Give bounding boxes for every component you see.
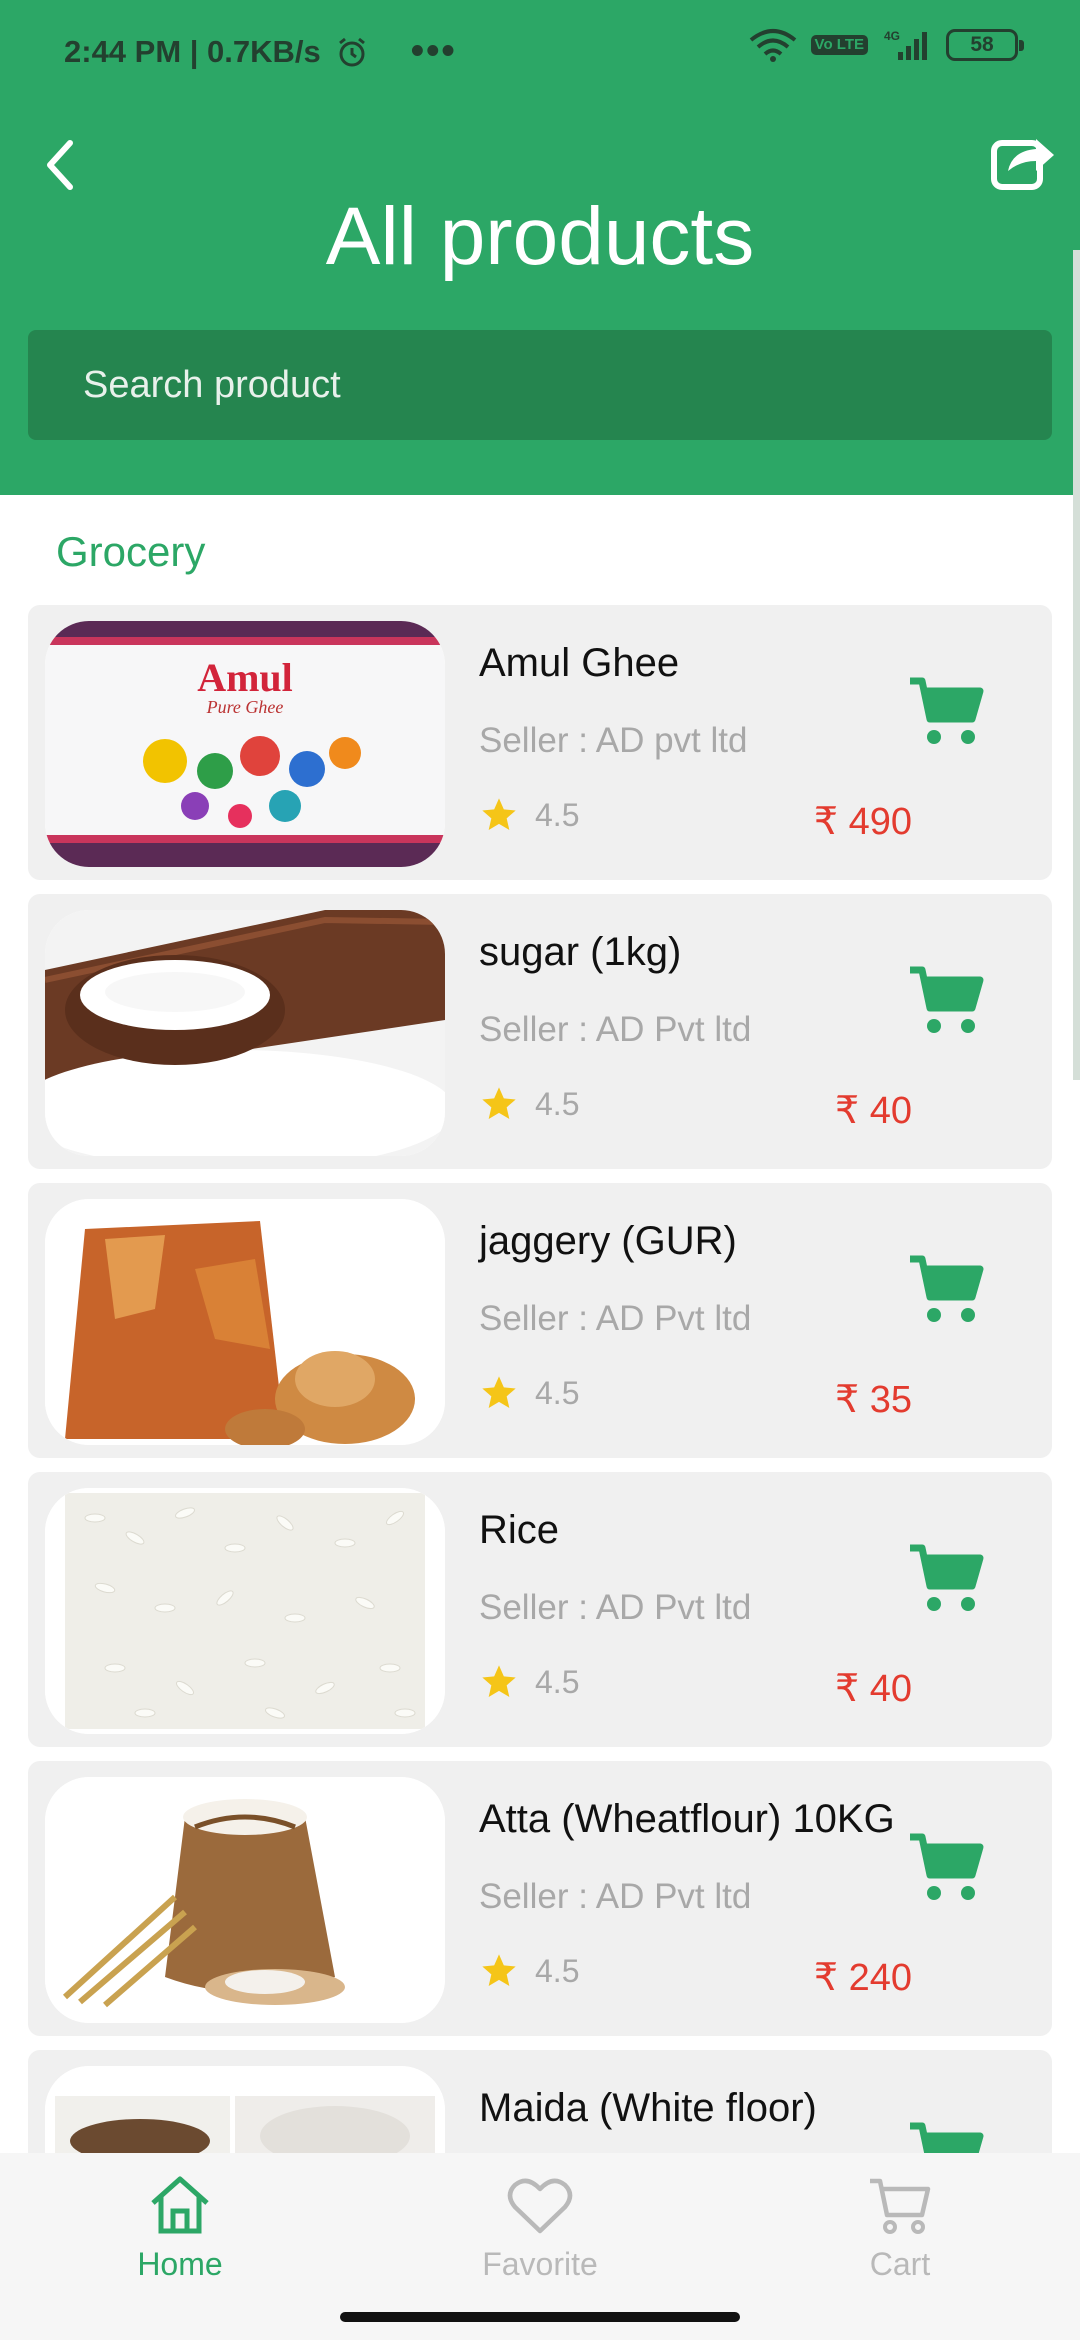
product-price: ₹ 35 [834,1379,912,1421]
nav-home[interactable]: Home [70,2175,290,2283]
product-card[interactable]: jaggery (GUR) Seller : AD Pvt ltd 4.5 ₹ … [28,1183,1052,1458]
nav-favorite[interactable]: Favorite [430,2175,650,2283]
product-rating: 4.5 [535,1664,580,1700]
nav-home-label: Home [137,2246,223,2282]
product-seller: Seller : AD pvt ltd [479,721,748,760]
more-notifications-icon: ••• [410,30,457,72]
product-price: ₹ 40 [834,1668,912,1710]
home-icon [151,2176,209,2234]
status-left: 2:44 PM | 0.7KB/s ••• [64,30,457,73]
wifi-icon [749,29,796,62]
share-icon [991,139,1054,190]
product-seller: Seller : AD Pvt ltd [479,1010,752,1049]
product-card[interactable]: Amul Pure Ghee Amul Ghee Seller : AD pvt… [28,605,1052,880]
star-icon [482,798,516,830]
product-card[interactable]: sugar (1kg) Seller : AD Pvt ltd 4.5 ₹ 40 [28,894,1052,1169]
add-to-cart-icon[interactable] [908,1542,986,1614]
product-name: Rice [479,1508,560,1552]
product-rating: 4.5 [535,1953,580,1989]
amul-sub-text: Pure Ghee [206,697,284,717]
product-name: sugar (1kg) [479,930,682,974]
volte-badge: Vo LTE [810,35,868,55]
product-image-sugar [45,910,445,1156]
product-image-rice [45,1488,445,1734]
product-seller: Seller : AD Pvt ltd [479,1877,752,1916]
status-right: Vo LTE 4G 58 [749,28,1024,62]
scrollbar[interactable] [1073,250,1080,1080]
cart-icon [870,2178,931,2234]
product-image-atta [45,1777,445,2023]
status-time: 2:44 PM | 0.7KB/s [64,33,321,69]
product-card[interactable]: Rice Seller : AD Pvt ltd 4.5 ₹ 40 [28,1472,1052,1747]
amul-brand-text: Amul [197,655,293,700]
product-image-jaggery [45,1199,445,1445]
page-title: All products [325,191,755,282]
product-image-amul-ghee: Amul Pure Ghee [45,621,445,867]
star-icon [482,1954,516,1986]
star-icon [482,1087,516,1119]
add-to-cart-icon[interactable] [908,1831,986,1903]
category-title: Grocery [56,528,206,575]
search-input[interactable] [83,363,983,407]
product-rating: 4.5 [535,797,580,833]
product-name: jaggery (GUR) [479,1219,737,1263]
add-to-cart-icon[interactable] [908,675,986,747]
add-to-cart-icon[interactable] [908,964,986,1036]
product-name: Maida (White floor) [479,2086,817,2130]
chevron-left-icon [47,140,73,190]
star-icon [482,1376,516,1408]
nav-favorite-label: Favorite [482,2246,598,2282]
product-seller: Seller : AD Pvt ltd [479,1588,752,1627]
status-bar: 2:44 PM | 0.7KB/s ••• Vo LTE 4G 58 [0,0,1080,100]
app-header: 2:44 PM | 0.7KB/s ••• Vo LTE 4G 58 All p… [0,0,1080,495]
product-price: ₹ 490 [813,801,912,843]
nav-cart[interactable]: Cart [790,2175,1010,2283]
product-rating: 4.5 [535,1375,580,1411]
battery-indicator: 58 [946,29,1024,61]
star-icon [482,1665,516,1697]
add-to-cart-icon[interactable] [908,1253,986,1325]
search-bar[interactable] [28,330,1052,440]
product-card[interactable]: Atta (Wheatflour) 10KG Seller : AD Pvt l… [28,1761,1052,2036]
heart-icon [507,2178,573,2234]
product-rating: 4.5 [535,1086,580,1122]
product-list: Amul Pure Ghee Amul Ghee Seller : AD pvt… [28,605,1052,2339]
product-price: ₹ 40 [834,1090,912,1132]
gesture-home-indicator[interactable] [340,2312,740,2322]
product-price: ₹ 240 [813,1957,912,1999]
product-name: Atta (Wheatflour) 10KG [479,1797,895,1841]
product-seller: Seller : AD Pvt ltd [479,1299,752,1338]
share-button[interactable] [984,125,1064,195]
alarm-icon [338,37,365,66]
svg-text:4G: 4G [884,29,900,43]
nav-cart-label: Cart [869,2246,931,2282]
signal-icon: 4G [884,29,927,60]
product-name: Amul Ghee [479,641,680,685]
